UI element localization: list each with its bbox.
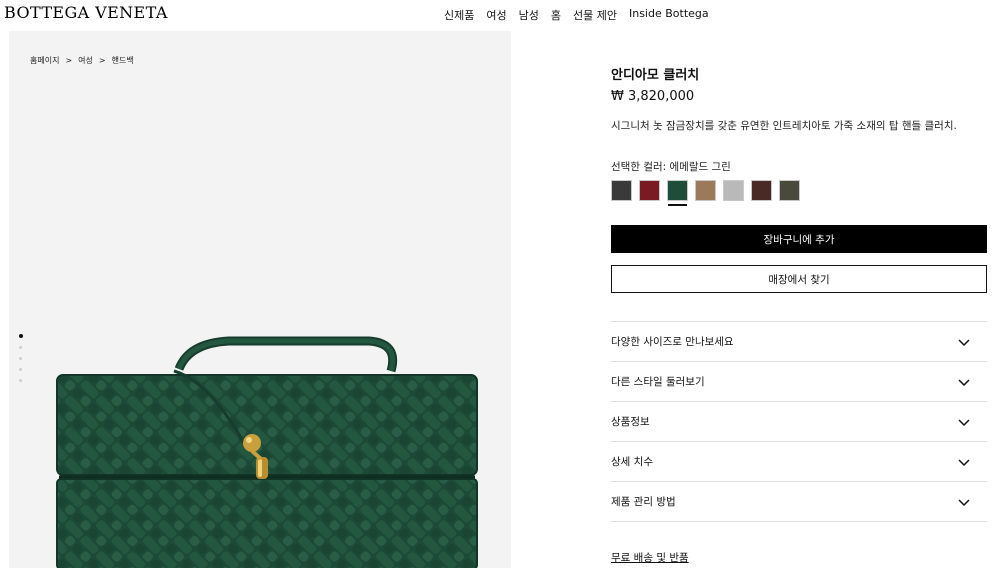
accordion-label: 제품 관리 방법 xyxy=(611,496,676,508)
product-info: 안디아모 클러치 ₩ 3,820,000 시그니처 놋 잠금장치를 갖춘 유연한… xyxy=(611,64,987,206)
accordion-other-styles[interactable]: 다른 스타일 둘러보기 xyxy=(611,361,987,401)
selected-color-label: 선택한 컬러: 에메랄드 그린 xyxy=(611,161,731,173)
breadcrumb-handbags[interactable]: 핸드백 xyxy=(112,55,134,66)
nav-item-home[interactable]: 홈 xyxy=(551,7,561,23)
accordion-sizes[interactable]: 다양한 사이즈로 만나보세요 xyxy=(611,321,987,361)
image-pagination xyxy=(19,334,23,382)
image-dot-active[interactable] xyxy=(19,334,23,338)
product-title: 안디아모 클러치 xyxy=(611,68,700,83)
brand-logo[interactable]: BOTTEGA VENETA xyxy=(4,3,168,22)
nav-item-gifts[interactable]: 선물 제안 xyxy=(573,7,617,23)
breadcrumb: 홈페이지 > 여성 > 핸드백 xyxy=(30,55,134,66)
nav-item-women[interactable]: 여성 xyxy=(486,7,506,23)
accordion-product-info[interactable]: 상품정보 xyxy=(611,401,987,441)
shipping-returns-link[interactable]: 무료 배송 및 반품 xyxy=(611,550,689,565)
nav-item-new[interactable]: 신제품 xyxy=(444,7,474,23)
main-nav: 신제품 여성 남성 홈 선물 제안 Inside Bottega xyxy=(444,7,709,23)
color-swatch-light-grey[interactable] xyxy=(723,180,744,201)
add-to-cart-button[interactable]: 장바구니에 추가 xyxy=(611,225,987,253)
image-dot[interactable] xyxy=(19,357,22,360)
color-swatch-dark-brown[interactable] xyxy=(751,180,772,201)
chevron-down-icon xyxy=(958,418,970,426)
accordion-label: 상품정보 xyxy=(611,416,650,428)
image-dot[interactable] xyxy=(19,346,22,349)
color-swatches xyxy=(611,180,987,206)
find-in-store-button[interactable]: 매장에서 찾기 xyxy=(611,265,987,293)
product-image-panel: 홈페이지 > 여성 > 핸드백 xyxy=(9,31,511,568)
image-dot[interactable] xyxy=(19,368,22,371)
accordion-label: 다른 스타일 둘러보기 xyxy=(611,376,705,388)
site-header: BOTTEGA VENETA 신제품 여성 남성 홈 선물 제안 Inside … xyxy=(0,0,1000,28)
color-swatch-taupe[interactable] xyxy=(695,180,716,201)
accordion-care[interactable]: 제품 관리 방법 xyxy=(611,481,987,522)
chevron-down-icon xyxy=(958,498,970,506)
breadcrumb-separator: > xyxy=(98,56,106,65)
chevron-down-icon xyxy=(958,378,970,386)
accordion-label: 다양한 사이즈로 만나보세요 xyxy=(611,336,734,348)
color-swatch-olive[interactable] xyxy=(779,180,800,201)
product-image xyxy=(56,336,478,568)
product-accordion: 다양한 사이즈로 만나보세요 다른 스타일 둘러보기 상품정보 상세 치수 제품… xyxy=(611,321,987,522)
color-swatch-burgundy[interactable] xyxy=(639,180,660,201)
product-price: ₩ 3,820,000 xyxy=(611,89,695,104)
chevron-down-icon xyxy=(958,458,970,466)
breadcrumb-women[interactable]: 여성 xyxy=(78,55,93,66)
color-swatch-emerald-green[interactable] xyxy=(667,180,688,206)
image-dot[interactable] xyxy=(19,379,22,382)
breadcrumb-separator: > xyxy=(65,56,73,65)
chevron-down-icon xyxy=(958,338,970,346)
color-swatch-black[interactable] xyxy=(611,180,632,201)
nav-item-men[interactable]: 남성 xyxy=(519,7,539,23)
nav-item-inside-bottega[interactable]: Inside Bottega xyxy=(629,7,709,23)
breadcrumb-home[interactable]: 홈페이지 xyxy=(30,55,59,66)
product-description: 시그니처 놋 잠금장치를 갖춘 유연한 인트레치아토 가죽 소재의 탑 핸들 클… xyxy=(611,120,957,132)
accordion-dimensions[interactable]: 상세 치수 xyxy=(611,441,987,481)
accordion-label: 상세 치수 xyxy=(611,456,653,468)
